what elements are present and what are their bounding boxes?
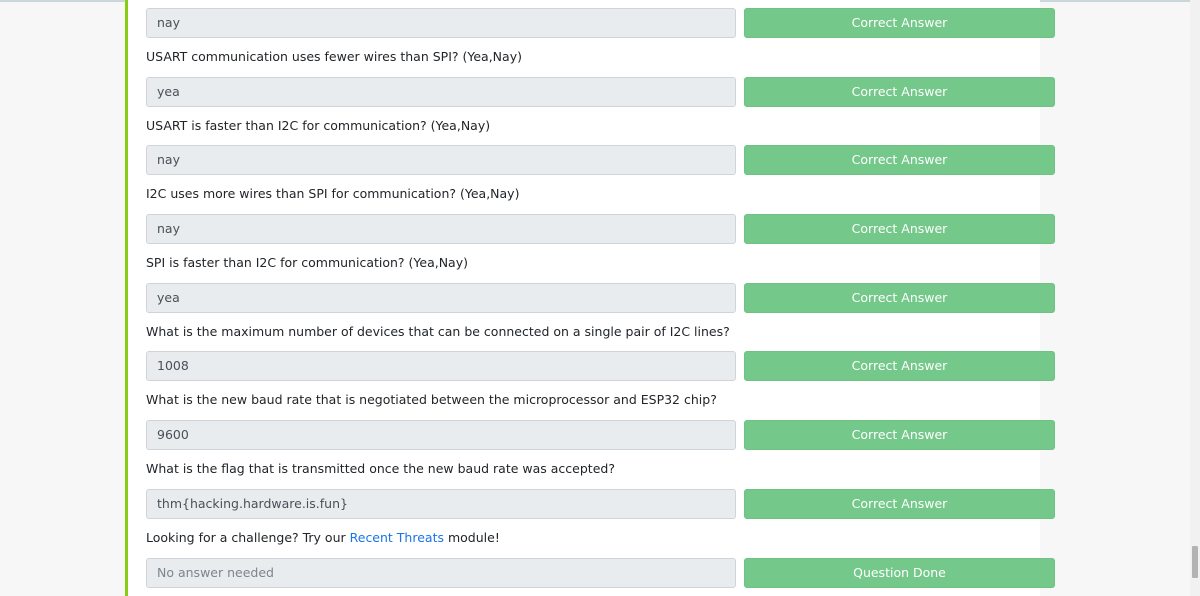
answer-field[interactable]: nay [146, 8, 736, 38]
answer-row: nay Correct Answer [146, 145, 1058, 176]
correct-answer-button[interactable]: Correct Answer [744, 282, 1055, 313]
correct-answer-button[interactable]: Correct Answer [744, 488, 1055, 519]
answer-field[interactable]: nay [146, 214, 736, 245]
answer-row: yea Correct Answer [146, 76, 1058, 107]
question-text: USART communication uses fewer wires tha… [146, 49, 522, 64]
recent-threats-link[interactable]: Recent Threats [350, 530, 444, 545]
correct-answer-button[interactable]: Correct Answer [744, 420, 1055, 451]
question-text: SPI is faster than I2C for communication… [146, 255, 468, 271]
challenge-prefix: Looking for a challenge? Try our [146, 529, 350, 545]
correct-answer-button[interactable]: Correct Answer [744, 145, 1055, 176]
challenge-suffix: module! [444, 529, 500, 545]
answer-field[interactable]: yea [146, 282, 736, 313]
answer-row: nay Correct Answer [146, 8, 1058, 38]
correct-answer-button[interactable]: Correct Answer [744, 76, 1055, 107]
question-text: I2C uses more wires than SPI for communi… [146, 186, 520, 202]
answer-row: No answer needed Question Done [146, 557, 1058, 588]
answer-field[interactable]: nay [146, 145, 736, 176]
answer-field[interactable]: 1008 [146, 351, 736, 382]
question-list: nay Correct Answer USART communication u… [146, 8, 1058, 588]
answer-field[interactable]: yea [146, 76, 736, 107]
answer-row: 1008 Correct Answer [146, 351, 1058, 382]
correct-answer-button[interactable]: Correct Answer [744, 351, 1055, 382]
correct-answer-button[interactable]: Correct Answer [744, 8, 1055, 38]
answer-row: 9600 Correct Answer [146, 420, 1058, 451]
answer-field[interactable]: 9600 [146, 420, 736, 451]
question-text: What is the flag that is transmitted onc… [146, 461, 615, 477]
task-card: nay Correct Answer USART communication u… [125, 0, 1055, 596]
question-text: What is the maximum number of devices th… [146, 323, 730, 339]
question-done-button[interactable]: Question Done [744, 557, 1055, 588]
scrollbar-thumb[interactable] [1192, 546, 1198, 578]
answer-row: yea Correct Answer [146, 282, 1058, 313]
challenge-question-text: Looking for a challenge? Try our Recent … [146, 519, 1058, 558]
vertical-scrollbar[interactable] [1190, 0, 1200, 596]
answer-row: nay Correct Answer [146, 214, 1058, 245]
answer-field[interactable]: thm{hacking.hardware.is.fun} [146, 488, 736, 519]
question-text: USART is faster than I2C for communicati… [146, 117, 491, 133]
no-answer-field[interactable]: No answer needed [146, 557, 736, 588]
question-text: What is the new baud rate that is negoti… [146, 392, 717, 408]
correct-answer-button[interactable]: Correct Answer [744, 214, 1055, 245]
answer-row: thm{hacking.hardware.is.fun} Correct Ans… [146, 488, 1058, 519]
